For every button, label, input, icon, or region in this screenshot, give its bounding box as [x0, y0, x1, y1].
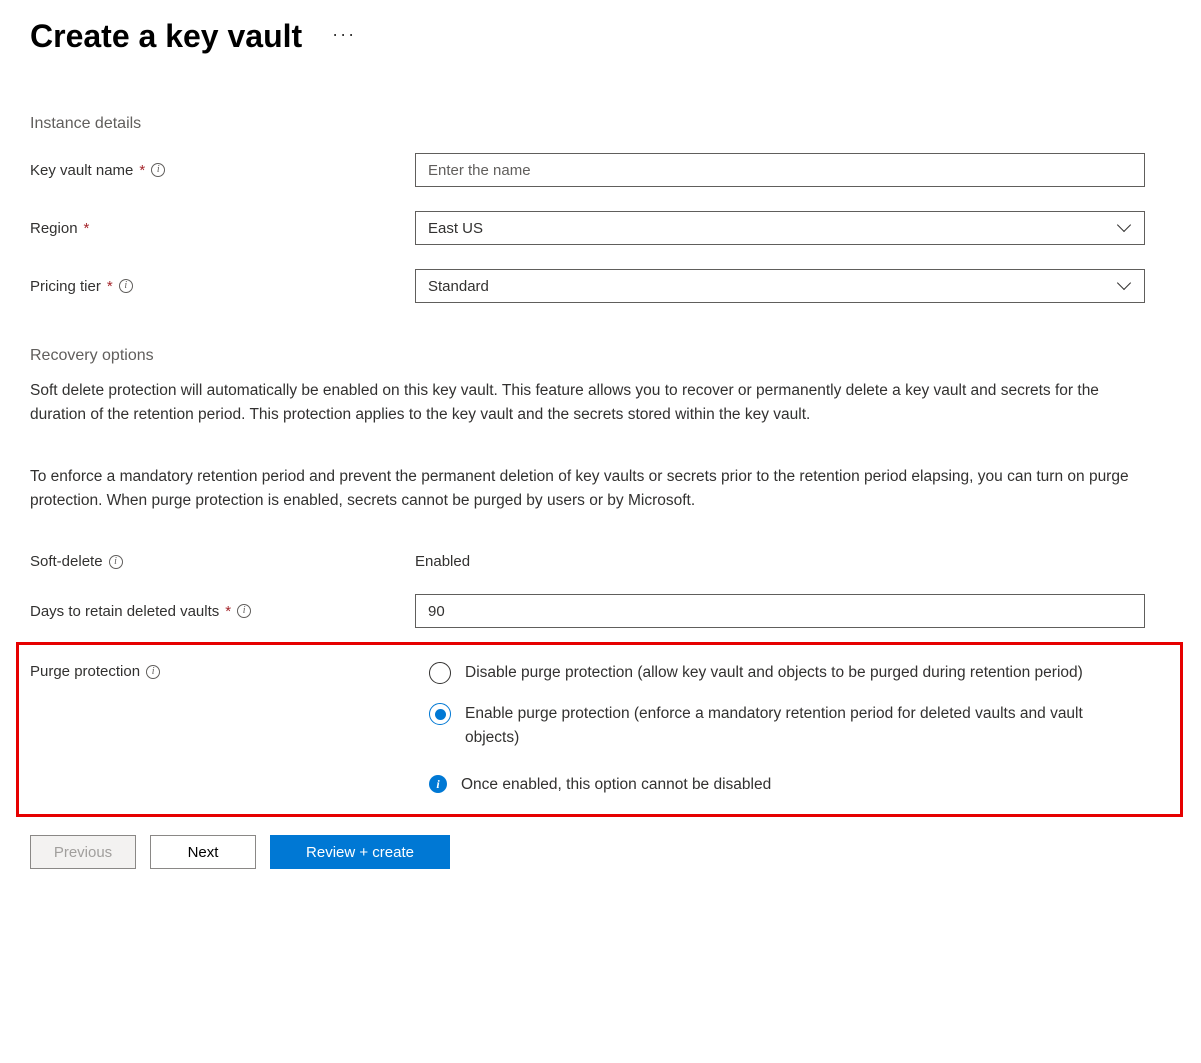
days-retain-label: Days to retain deleted vaults [30, 603, 219, 620]
days-retain-row: Days to retain deleted vaults * i [30, 594, 1171, 628]
info-icon[interactable]: i [109, 555, 123, 569]
soft-delete-label: Soft-delete [30, 553, 103, 570]
required-indicator: * [139, 162, 145, 179]
previous-button: Previous [30, 835, 136, 869]
next-button[interactable]: Next [150, 835, 256, 869]
page-header: Create a key vault ··· [30, 18, 1171, 55]
key-vault-name-input[interactable] [415, 153, 1145, 187]
info-icon[interactable]: i [237, 604, 251, 618]
purge-protection-highlight: Purge protection i Disable purge protect… [16, 642, 1183, 817]
recovery-description-2: To enforce a mandatory retention period … [30, 465, 1155, 513]
purge-protection-row: Purge protection i Disable purge protect… [30, 661, 1169, 796]
purge-enable-label: Enable purge protection (enforce a manda… [465, 702, 1125, 749]
region-row: Region * East US [30, 211, 1171, 245]
soft-delete-value: Enabled [415, 553, 470, 570]
pricing-tier-row: Pricing tier * i Standard [30, 269, 1171, 303]
recovery-options-section: Recovery options Soft delete protection … [30, 347, 1171, 817]
recovery-description-1: Soft delete protection will automaticall… [30, 379, 1155, 427]
info-icon[interactable]: i [146, 665, 160, 679]
instance-details-section: Instance details Key vault name * i Regi… [30, 115, 1171, 303]
review-create-button[interactable]: Review + create [270, 835, 450, 869]
purge-enable-option[interactable]: Enable purge protection (enforce a manda… [429, 702, 1159, 749]
region-select[interactable]: East US [415, 211, 1145, 245]
key-vault-name-label: Key vault name [30, 162, 133, 179]
info-solid-icon: i [429, 775, 447, 793]
purge-disable-label: Disable purge protection (allow key vaul… [465, 661, 1083, 684]
pricing-tier-value: Standard [428, 278, 489, 295]
more-options-icon[interactable]: ··· [332, 24, 356, 49]
footer-buttons: Previous Next Review + create [30, 835, 1171, 869]
purge-note-text: Once enabled, this option cannot be disa… [461, 773, 771, 796]
radio-selected-icon [429, 703, 451, 725]
page-title: Create a key vault [30, 18, 302, 55]
info-icon[interactable]: i [119, 279, 133, 293]
instance-details-heading: Instance details [30, 115, 1171, 133]
days-retain-input[interactable] [415, 594, 1145, 628]
required-indicator: * [107, 278, 113, 295]
region-label: Region [30, 220, 78, 237]
chevron-down-icon [1118, 279, 1132, 293]
purge-protection-radio-group: Disable purge protection (allow key vaul… [429, 661, 1159, 749]
required-indicator: * [225, 603, 231, 620]
pricing-tier-label: Pricing tier [30, 278, 101, 295]
recovery-options-heading: Recovery options [30, 347, 1171, 365]
required-indicator: * [84, 220, 90, 237]
region-value: East US [428, 220, 483, 237]
chevron-down-icon [1118, 221, 1132, 235]
pricing-tier-select[interactable]: Standard [415, 269, 1145, 303]
purge-disable-option[interactable]: Disable purge protection (allow key vaul… [429, 661, 1159, 684]
soft-delete-row: Soft-delete i Enabled [30, 553, 1171, 570]
purge-note-row: i Once enabled, this option cannot be di… [429, 773, 1159, 796]
purge-protection-label: Purge protection [30, 663, 140, 680]
info-icon[interactable]: i [151, 163, 165, 177]
radio-unselected-icon [429, 662, 451, 684]
key-vault-name-row: Key vault name * i [30, 153, 1171, 187]
